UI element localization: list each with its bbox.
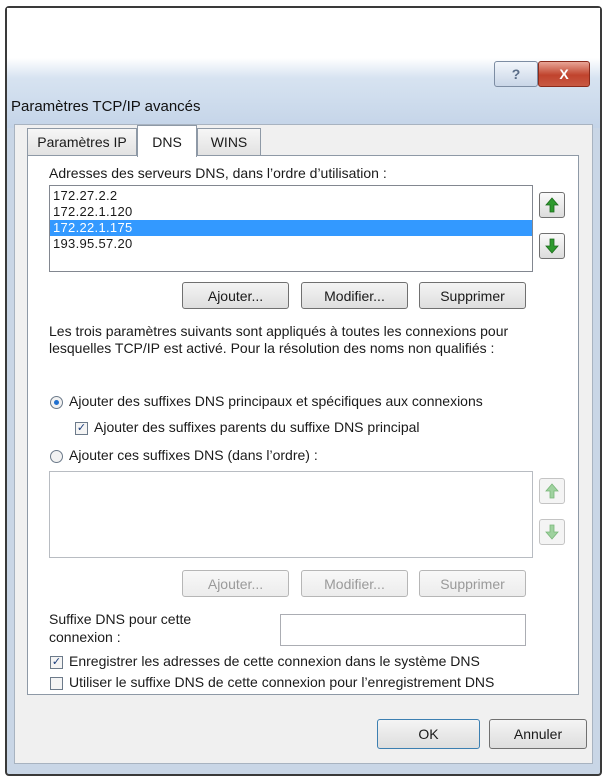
title-bar: Paramètres TCP/IP avancés ? X xyxy=(7,8,600,128)
parent-suffix-checkbox[interactable]: ✓ xyxy=(75,422,88,435)
add-dns-server-button[interactable]: Ajouter... xyxy=(182,282,289,309)
cancel-button[interactable]: Annuler xyxy=(489,719,587,749)
add-suffix-button[interactable]: Ajouter... xyxy=(182,570,289,597)
register-dns-checkbox[interactable]: ✓ xyxy=(50,656,63,669)
green-down-arrow-icon xyxy=(545,524,559,540)
tab-wins[interactable]: WINS xyxy=(197,128,261,155)
ok-button[interactable]: OK xyxy=(377,719,480,749)
info-text-line1: Les trois paramètres suivants sont appli… xyxy=(49,323,509,339)
suffix-move-down-button[interactable] xyxy=(539,519,565,545)
list-item[interactable]: 193.95.57.20 xyxy=(50,236,532,252)
dialog-client-area: Paramètres IP DNS WINS Adresses des serv… xyxy=(14,124,593,764)
suffix-move-up-button[interactable] xyxy=(539,478,565,504)
list-item[interactable]: 172.27.2.2 xyxy=(50,188,532,204)
list-item-selected[interactable]: 172.22.1.175 xyxy=(50,220,532,236)
parent-suffix-checkbox-label: Ajouter des suffixes parents du suffixe … xyxy=(94,419,420,435)
dns-server-list[interactable]: 172.27.2.2 172.22.1.120 172.22.1.175 193… xyxy=(49,185,533,272)
custom-suffix-radio-label: Ajouter ces suffixes DNS (dans l’ordre) … xyxy=(69,447,318,463)
help-button[interactable]: ? xyxy=(494,61,538,87)
green-up-arrow-icon xyxy=(545,197,559,213)
primary-suffix-radio-label: Ajouter des suffixes DNS principaux et s… xyxy=(69,393,483,409)
advanced-tcpip-dialog: Paramètres TCP/IP avancés ? X Paramètres… xyxy=(5,6,602,776)
tab-ip-settings[interactable]: Paramètres IP xyxy=(27,128,137,155)
move-down-button[interactable] xyxy=(539,233,565,259)
use-suffix-checkbox-label: Utiliser le suffixe DNS de cette connexi… xyxy=(69,674,495,690)
connection-suffix-input[interactable] xyxy=(280,614,526,646)
remove-dns-server-button[interactable]: Supprimer xyxy=(419,282,526,309)
green-down-arrow-icon xyxy=(545,238,559,254)
dialog-title: Paramètres TCP/IP avancés xyxy=(11,98,201,115)
edit-suffix-button[interactable]: Modifier... xyxy=(301,570,408,597)
list-item[interactable]: 172.22.1.120 xyxy=(50,204,532,220)
dns-tab-panel: Adresses des serveurs DNS, dans l’ordre … xyxy=(27,155,579,695)
move-up-button[interactable] xyxy=(539,192,565,218)
register-dns-checkbox-label: Enregistrer les adresses de cette connex… xyxy=(69,653,480,669)
use-suffix-checkbox[interactable] xyxy=(50,677,63,690)
custom-suffix-radio[interactable] xyxy=(50,450,63,463)
primary-suffix-radio[interactable] xyxy=(50,396,63,409)
dns-servers-label: Adresses des serveurs DNS, dans l’ordre … xyxy=(49,165,387,181)
green-up-arrow-icon xyxy=(545,483,559,499)
info-text-line2: lesquelles TCP/IP est activé. Pour la ré… xyxy=(49,340,495,356)
edit-dns-server-button[interactable]: Modifier... xyxy=(301,282,408,309)
tab-dns[interactable]: DNS xyxy=(137,125,197,157)
custom-suffix-list[interactable] xyxy=(49,471,533,558)
close-button[interactable]: X xyxy=(538,61,590,87)
remove-suffix-button[interactable]: Supprimer xyxy=(419,570,526,597)
connection-suffix-label-line2: connexion : xyxy=(49,629,121,645)
connection-suffix-label-line1: Suffixe DNS pour cette xyxy=(49,611,192,627)
